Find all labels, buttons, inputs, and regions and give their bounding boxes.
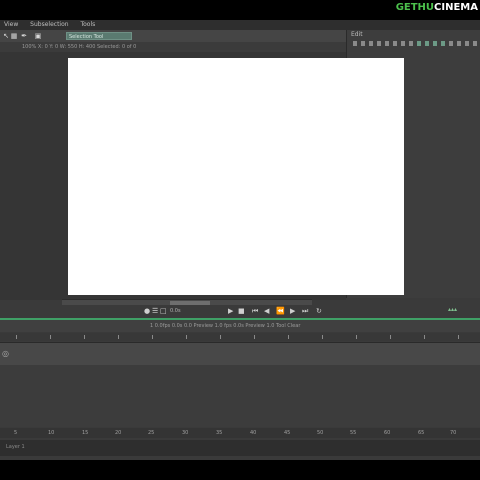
arrow-icon[interactable]: ↖: [2, 32, 10, 40]
swatch[interactable]: [417, 41, 421, 46]
menu-item-tools[interactable]: Tools: [80, 21, 95, 28]
swatch[interactable]: [377, 41, 381, 46]
swatch[interactable]: [449, 41, 453, 46]
transport-bar: ● ☰ □ 0.0s ▶ ■ ⏮ ◀ ⏪ ▶ ⏭ ↻ ▴▴▴: [0, 305, 480, 317]
subselect-icon[interactable]: ▦: [10, 32, 18, 40]
layer-track[interactable]: ◎: [0, 342, 480, 366]
ruler-tick: [390, 335, 391, 339]
frame-number: 40: [250, 430, 257, 436]
swatch[interactable]: [425, 41, 429, 46]
frame-number: 15: [82, 430, 89, 436]
ruler-tick: [50, 335, 51, 339]
frame-number: 25: [148, 430, 155, 436]
loop-icon[interactable]: ↻: [316, 307, 322, 315]
onion-skin-icon[interactable]: □: [160, 307, 167, 315]
menu-item-subselection[interactable]: Subselection: [30, 21, 68, 28]
time-readout: 0.0s: [170, 308, 181, 314]
frame-number: 10: [48, 430, 55, 436]
frame-number: 55: [350, 430, 357, 436]
swatch[interactable]: [441, 41, 445, 46]
timeline-header: 1 0.0fps 0.0s 0.0 Preview 1.0 fps 0.0s P…: [0, 320, 480, 332]
frame-numbers: 5 10 15 20 25 30 35 40 45 50 55 60 65 70: [0, 428, 480, 438]
frame-number: 50: [317, 430, 324, 436]
zoom-icon[interactable]: ▴▴▴: [448, 306, 457, 313]
frame-number: 5: [14, 430, 18, 436]
timeline-ruler[interactable]: [0, 333, 480, 341]
info-bar: 100% X: 0 Y: 0 W: 550 H: 400 Selected: 0…: [0, 42, 346, 52]
layer-icon[interactable]: ◎: [2, 350, 9, 358]
ruler-tick: [16, 335, 17, 339]
frame-number: 30: [182, 430, 189, 436]
menu-item-view[interactable]: View: [4, 21, 18, 28]
save-icon[interactable]: ▣: [34, 32, 42, 40]
ruler-tick: [152, 335, 153, 339]
ruler-tick: [424, 335, 425, 339]
timeline-info: 1 0.0fps 0.0s 0.0 Preview 1.0 fps 0.0s P…: [150, 323, 301, 329]
watermark: GETHUCINEMA: [395, 2, 478, 13]
status-text: Layer 1: [6, 444, 25, 450]
ruler-tick: [186, 335, 187, 339]
track-area[interactable]: [0, 365, 480, 427]
menu-bar: View Subselection Tools: [0, 20, 480, 30]
status-bar: Layer 1: [0, 440, 480, 456]
frame-number: 45: [284, 430, 291, 436]
first-frame-icon[interactable]: ⏮: [252, 307, 258, 315]
frame-number: 70: [450, 430, 457, 436]
swatch[interactable]: [361, 41, 365, 46]
swatch[interactable]: [401, 41, 405, 46]
app-window: View Subselection Tools ↖ ▦ ✒ ▣ Selectio…: [0, 20, 480, 460]
ruler-tick: [220, 335, 221, 339]
ruler-tick: [288, 335, 289, 339]
swatch[interactable]: [457, 41, 461, 46]
stage-area: [0, 52, 404, 300]
panel-swatch-row: [353, 40, 480, 48]
frame-number: 35: [216, 430, 223, 436]
step-forward-icon[interactable]: ▶: [290, 307, 295, 315]
ruler-tick: [356, 335, 357, 339]
swatch[interactable]: [433, 41, 437, 46]
swatch[interactable]: [393, 41, 397, 46]
ruler-tick: [118, 335, 119, 339]
rewind-icon[interactable]: ⏪: [276, 307, 285, 315]
swatch[interactable]: [353, 41, 357, 46]
panel-title: Edit: [351, 31, 363, 38]
ruler-tick: [254, 335, 255, 339]
swatch[interactable]: [473, 41, 477, 46]
ruler-tick: [84, 335, 85, 339]
stop-icon[interactable]: ■: [238, 307, 245, 315]
frame-number: 60: [384, 430, 391, 436]
toolbar: ↖ ▦ ✒ ▣ Selection Tool: [0, 30, 346, 42]
last-frame-icon[interactable]: ⏭: [302, 307, 308, 315]
swatch[interactable]: [385, 41, 389, 46]
record-icon[interactable]: ●: [144, 307, 150, 315]
canvas[interactable]: [68, 58, 404, 295]
lasso-icon[interactable]: ✒: [20, 32, 28, 40]
frame-number: 65: [418, 430, 425, 436]
swatch[interactable]: [465, 41, 469, 46]
ruler-tick: [458, 335, 459, 339]
list-icon[interactable]: ☰: [152, 307, 158, 315]
ruler-tick: [322, 335, 323, 339]
info-text: 100% X: 0 Y: 0 W: 550 H: 400 Selected: 0…: [22, 44, 137, 50]
swatch[interactable]: [409, 41, 413, 46]
swatch[interactable]: [369, 41, 373, 46]
play-icon[interactable]: ▶: [228, 307, 233, 315]
tool-dropdown[interactable]: Selection Tool: [66, 32, 132, 40]
step-back-icon[interactable]: ◀: [264, 307, 269, 315]
frame-number: 20: [115, 430, 122, 436]
